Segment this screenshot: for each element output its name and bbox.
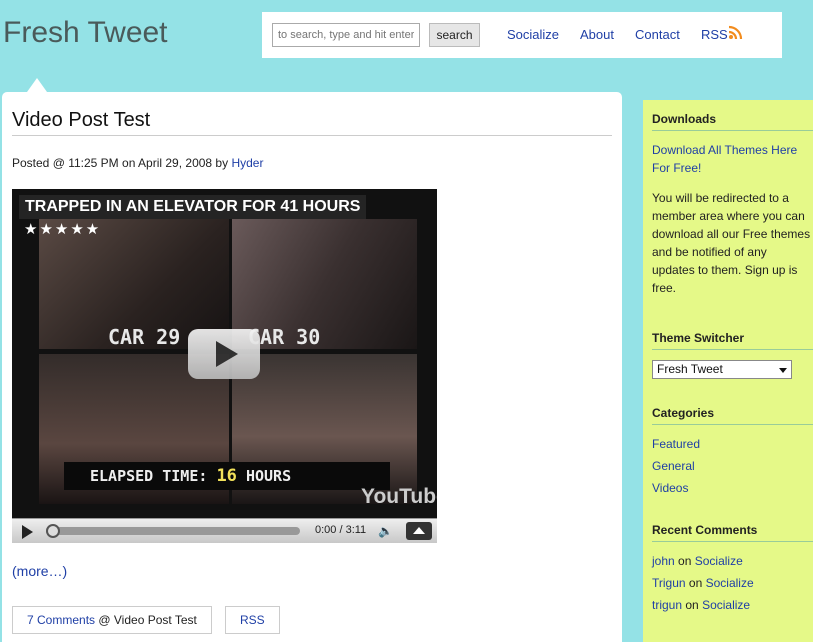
comments-suffix: @ Video Post Test: [98, 613, 197, 627]
nav-socialize[interactable]: Socialize: [507, 27, 559, 42]
divider: [652, 130, 813, 131]
youtube-logo[interactable]: YouTube: [361, 485, 437, 509]
seek-bar[interactable]: [46, 527, 300, 535]
nav-rss[interactable]: RSS: [701, 27, 728, 42]
comment-author[interactable]: john: [652, 554, 675, 568]
comment-author[interactable]: trigun: [652, 598, 682, 612]
divider: [652, 349, 813, 350]
video-frame[interactable]: CAR 29 CAR 30 TRAPPED IN AN ELEVATOR FOR…: [12, 189, 437, 518]
comments-link[interactable]: 7 Comments: [27, 613, 95, 627]
theme-select-value: Fresh Tweet: [657, 362, 723, 376]
post-rss-link[interactable]: RSS: [240, 613, 265, 627]
divider: [652, 541, 813, 542]
comment-on: on: [678, 554, 692, 568]
volume-icon[interactable]: 🔈: [378, 524, 393, 538]
recent-comments-heading: Recent Comments: [652, 523, 758, 537]
post-date: Posted @ 11:25 PM on April 29, 2008 by: [12, 156, 229, 170]
rss-icon[interactable]: [728, 24, 744, 40]
rss-box: RSS: [225, 606, 280, 634]
main-content: Video Post Test Posted @ 11:25 PM on Apr…: [2, 92, 622, 642]
elapsed-label: ELAPSED TIME:: [90, 467, 208, 485]
comment-post[interactable]: Socialize: [702, 598, 750, 612]
rating-stars[interactable]: ★★★★★: [24, 220, 101, 238]
nav-about[interactable]: About: [580, 27, 614, 42]
categories-heading: Categories: [652, 406, 715, 420]
elapsed-time-overlay: ELAPSED TIME: 16 HOURS: [64, 462, 390, 490]
category-featured[interactable]: Featured: [652, 435, 700, 453]
video-player[interactable]: CAR 29 CAR 30 TRAPPED IN AN ELEVATOR FOR…: [12, 189, 437, 543]
recent-comment: Trigun on Socialize: [652, 576, 754, 590]
downloads-text: You will be redirected to a member area …: [652, 191, 811, 295]
elapsed-value: 16: [216, 466, 237, 486]
category-videos[interactable]: Videos: [652, 479, 688, 497]
comment-author[interactable]: Trigun: [652, 576, 686, 590]
post-title[interactable]: Video Post Test: [12, 109, 150, 132]
player-controls: 0:00 / 3:11 🔈: [12, 518, 437, 543]
comment-post[interactable]: Socialize: [706, 576, 754, 590]
content-pointer: [27, 78, 47, 92]
recent-comment: trigun on Socialize: [652, 598, 750, 612]
nav-contact[interactable]: Contact: [635, 27, 680, 42]
site-title[interactable]: Fresh Tweet: [3, 16, 168, 50]
seek-handle[interactable]: [46, 524, 60, 538]
play-overlay-icon[interactable]: [188, 329, 260, 379]
top-bar: search Socialize About Contact RSS: [262, 12, 782, 58]
expand-icon[interactable]: [406, 522, 432, 540]
post-meta: Posted @ 11:25 PM on April 29, 2008 by H…: [12, 156, 263, 170]
category-general[interactable]: General: [652, 457, 695, 475]
downloads-heading: Downloads: [652, 112, 717, 126]
chevron-down-icon: [779, 368, 787, 373]
search-button[interactable]: search: [429, 23, 480, 47]
play-icon[interactable]: [22, 525, 33, 539]
elapsed-unit: HOURS: [245, 467, 292, 485]
comment-on: on: [685, 598, 699, 612]
theme-switcher-heading: Theme Switcher: [652, 331, 745, 345]
comment-on: on: [688, 576, 703, 590]
comment-post[interactable]: Socialize: [695, 554, 743, 568]
timecode: 0:00 / 3:11: [315, 524, 367, 536]
theme-select[interactable]: Fresh Tweet: [652, 360, 792, 379]
recent-comment: john on Socialize: [652, 554, 743, 568]
video-title[interactable]: TRAPPED IN AN ELEVATOR FOR 41 HOURS: [19, 195, 367, 219]
download-themes-link[interactable]: Download All Themes Here For Free!: [652, 141, 812, 177]
more-link[interactable]: (more…): [12, 563, 67, 579]
comments-box: 7 Comments @ Video Post Test: [12, 606, 212, 634]
sidebar: Downloads Download All Themes Here For F…: [643, 100, 813, 642]
divider: [652, 424, 813, 425]
author-link[interactable]: Hyder: [231, 156, 263, 170]
search-input[interactable]: [272, 23, 420, 47]
cam-label: CAR 29: [108, 325, 181, 349]
title-divider: [12, 135, 612, 136]
